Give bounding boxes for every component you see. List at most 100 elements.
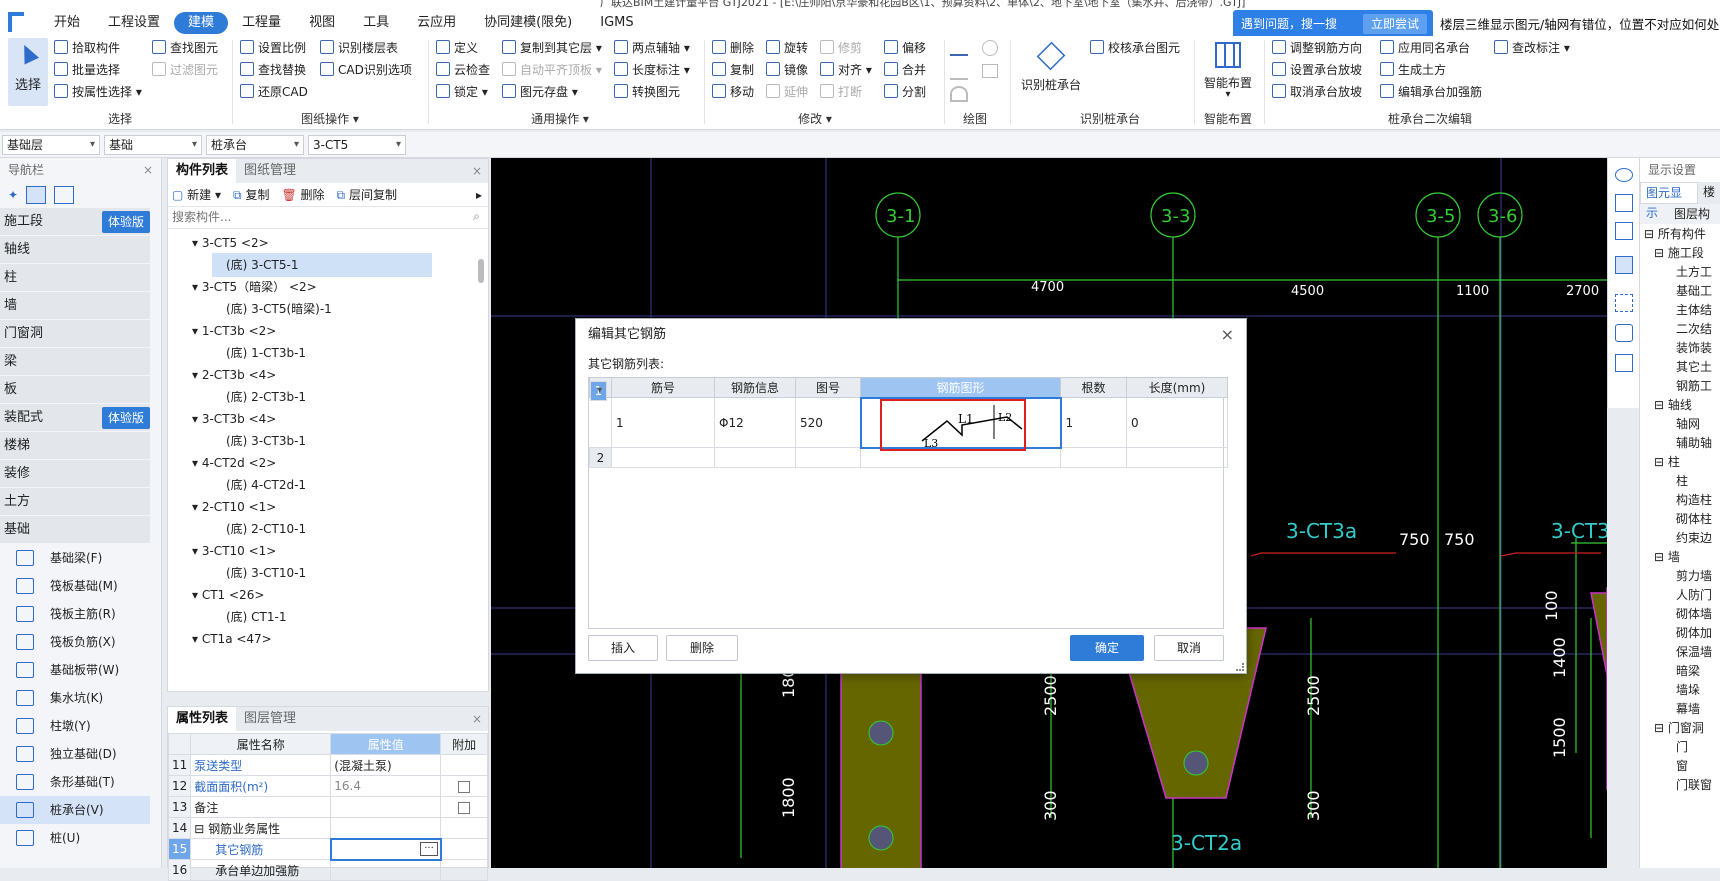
nav-foundation-item[interactable]: 桩承台(V) [0, 796, 150, 824]
display-tree-item[interactable]: ⊟ 门窗洞 [1654, 718, 1704, 738]
menu-item-7[interactable]: 协同建模(限免) [470, 12, 586, 34]
ok-button[interactable]: 确定 [1070, 635, 1144, 661]
tab-floor-display[interactable]: 楼 [1697, 182, 1720, 204]
length-dimension-button[interactable]: 长度标注 ▾ [614, 60, 690, 80]
orbit-icon[interactable] [1615, 168, 1633, 182]
menu-item-3[interactable]: 工程量 [228, 12, 295, 34]
circle-draw-icon[interactable] [982, 40, 998, 56]
tree-item[interactable]: (底) 2-CT3b-1 [212, 385, 306, 409]
cell-bar-shape[interactable]: L1 L2 L3 [859, 396, 1062, 451]
settings-list-icon[interactable] [1615, 354, 1633, 372]
app-logo-icon[interactable] [0, 10, 40, 36]
tree-item[interactable]: ▾ 2-CT10 <1> [192, 495, 276, 519]
tree-item[interactable]: ▾ 2-CT3b <4> [192, 363, 276, 387]
find-replace-button[interactable]: 查找替换 [240, 60, 306, 80]
new-button[interactable]: ▢ 新建 ▾ [172, 186, 221, 203]
display-tree-item[interactable]: 土方工 [1676, 262, 1712, 282]
row-number[interactable]: 2 [589, 447, 612, 468]
edit-cap-reinforce-button[interactable]: 编辑承台加强筋 [1380, 82, 1482, 102]
move-button[interactable]: 移动 [712, 82, 754, 102]
display-tree-item[interactable]: 约束边 [1676, 528, 1712, 548]
identify-floor-table-button[interactable]: 识别楼层表 [320, 38, 398, 58]
nav-category[interactable]: 施工段 体验版 [0, 208, 150, 236]
check-dimension-button[interactable]: 查改标注 ▾ [1494, 38, 1570, 58]
nav-category[interactable]: 楼梯 [0, 432, 150, 460]
menu-item-4[interactable]: 视图 [295, 12, 349, 34]
identify-cap-button[interactable]: 识别桩承台 [1016, 38, 1086, 104]
cell-length[interactable]: 0 [1126, 397, 1228, 448]
tab-component-list[interactable]: 构件列表 [168, 159, 237, 183]
chevron-down-icon[interactable]: ▾ [192, 456, 202, 470]
view-3d-icon[interactable] [1615, 194, 1633, 212]
nav-category[interactable]: 土方 [0, 488, 150, 516]
nav-category[interactable]: 墙 [0, 292, 150, 320]
set-cap-slope-button[interactable]: 设置承台放坡 [1272, 60, 1362, 80]
tree-item[interactable]: ▾ 3-CT5（暗梁） <2> [192, 275, 317, 299]
display-tree-item[interactable]: 轴网 [1676, 414, 1700, 434]
chevron-down-icon[interactable]: ▾ [192, 412, 202, 426]
delete-row-button[interactable]: 删除 [666, 635, 738, 661]
offset-button[interactable]: 偏移 [884, 38, 926, 58]
cell-figure-no[interactable]: 520 [795, 397, 861, 448]
tab-property-list[interactable]: 属性列表 [168, 707, 237, 731]
table-row[interactable]: 15 其它钢筋 ··· [167, 837, 488, 861]
nav-foundation-item[interactable]: 桩(U) [0, 824, 150, 852]
fullscreen-icon[interactable] [1615, 294, 1633, 312]
display-tree-item[interactable]: 基础工 [1676, 281, 1712, 301]
display-tree-item[interactable]: 钢筋工 [1676, 376, 1712, 396]
copy-to-other-floor-button[interactable]: 复制到其它层 ▾ [502, 38, 602, 58]
display-tree-item[interactable]: ⊟ 所有构件 [1644, 224, 1706, 244]
tree-item[interactable]: ▾ 1-CT3b <2> [192, 319, 276, 343]
tree-item[interactable]: (底) 1-CT3b-1 [212, 341, 306, 365]
more-icon[interactable]: ▸ [476, 188, 488, 202]
ellipsis-icon[interactable]: ··· [420, 841, 438, 856]
cloud-check-button[interactable]: 云检查 [436, 60, 490, 80]
component-select[interactable]: 3-CT5 [308, 135, 406, 155]
tree-item[interactable]: ▾ 3-CT5 <2> [192, 231, 269, 255]
nav-foundation-item[interactable]: 条形基础(T) [0, 768, 150, 796]
display-tree-item[interactable]: 保温墙 [1676, 642, 1712, 662]
chevron-down-icon[interactable]: ▾ [192, 280, 202, 294]
chevron-down-icon[interactable]: ▾ [192, 544, 202, 558]
tree-item[interactable]: (底) 3-CT10-1 [212, 561, 306, 585]
cube-view-icon[interactable] [1615, 222, 1633, 240]
menu-item-5[interactable]: 工具 [349, 12, 403, 34]
display-tree-item[interactable]: 人防门 [1676, 585, 1712, 605]
close-icon[interactable]: × [1221, 319, 1234, 351]
save-element-button[interactable]: 图元存盘 ▾ [502, 82, 578, 102]
chevron-down-icon[interactable]: ▾ [192, 324, 202, 338]
nav-foundation-item[interactable]: 筏板主筋(R) [0, 600, 150, 628]
cell-bar-no[interactable]: 1 [611, 397, 715, 448]
nav-foundation-item[interactable]: 筏板基础(M) [0, 572, 150, 600]
menu-item-2[interactable]: 建模 [174, 12, 229, 34]
box-select-icon[interactable] [1615, 324, 1633, 342]
arc-draw-icon[interactable] [950, 86, 968, 102]
batch-select-button[interactable]: 批量选择 [54, 60, 120, 80]
display-tree-item[interactable]: ⊟ 墙 [1654, 547, 1680, 567]
chevron-down-icon[interactable]: ▾ [192, 500, 202, 514]
two-point-axis-button[interactable]: 两点辅轴 ▾ [614, 38, 690, 58]
nav-foundation-item[interactable]: 基础板带(W) [0, 656, 150, 684]
display-tree-item[interactable]: 门 [1676, 737, 1688, 757]
rotate-button[interactable]: 旋转 [766, 38, 808, 58]
nav-category[interactable]: 柱 [0, 264, 150, 292]
nav-foundation-item[interactable]: 柱墩(Y) [0, 712, 150, 740]
table-row[interactable]: 14 ⊟ 钢筋业务属性 [167, 817, 488, 839]
point-draw-icon[interactable] [950, 40, 968, 56]
table-row[interactable]: 11 泵送类型 (混凝土泵) [167, 754, 488, 776]
display-tree-item[interactable]: 砌体柱 [1676, 509, 1712, 529]
mirror-button[interactable]: 镜像 [766, 60, 808, 80]
cancel-button[interactable]: 取消 [1154, 635, 1224, 661]
rect-draw-icon[interactable] [982, 64, 998, 78]
cube-fill-icon[interactable] [1615, 256, 1633, 274]
display-tree-item[interactable]: 二次结 [1676, 319, 1712, 339]
nav-category[interactable]: 门窗洞 [0, 320, 150, 348]
chevron-down-icon[interactable]: ▾ [192, 588, 202, 602]
extend-button[interactable]: 延伸 [766, 82, 808, 102]
floor-select[interactable]: 基础层 [2, 135, 100, 155]
floor-copy-button[interactable]: ⧉ 层间复制 [337, 186, 397, 203]
trim-button[interactable]: 修剪 [820, 38, 862, 58]
tab-layer-manage[interactable]: 图层管理 [236, 707, 304, 731]
menu-item-8[interactable]: IGMS [586, 12, 647, 34]
nav-category[interactable]: 梁 [0, 348, 150, 376]
